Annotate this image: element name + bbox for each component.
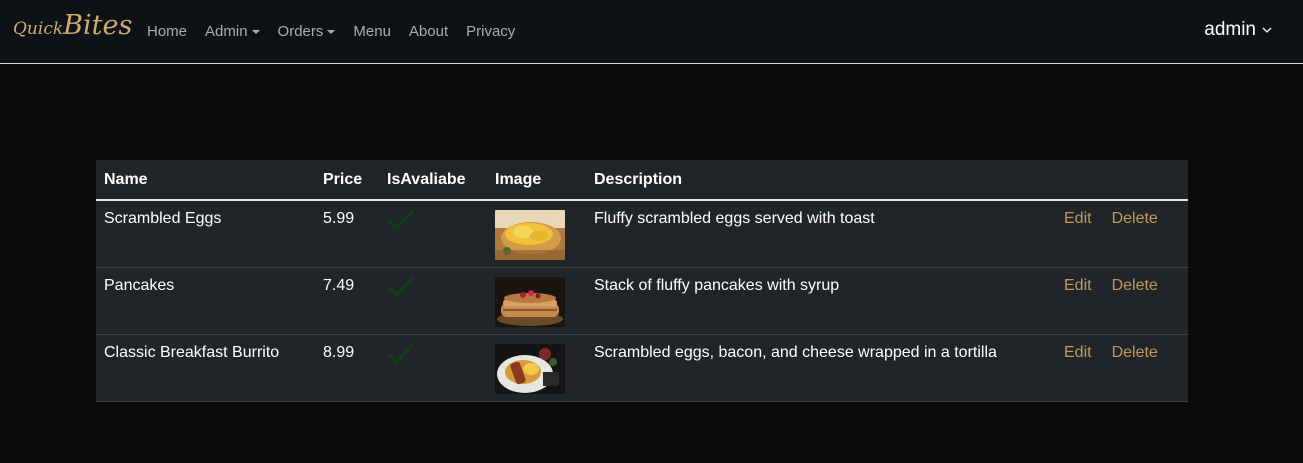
nav-menu[interactable]: Menu (344, 23, 400, 40)
edit-link[interactable]: Edit (1064, 277, 1092, 294)
cell-price: 7.49 (315, 267, 379, 335)
navbar: QuickBites Home Admin Orders Menu About … (0, 0, 1303, 64)
caret-down-icon (327, 30, 336, 34)
delete-link[interactable]: Delete (1112, 210, 1158, 227)
user-menu-label: admin (1204, 19, 1256, 40)
nav-links: Home Admin Orders Menu About Privacy (138, 0, 524, 62)
user-menu-dropdown[interactable]: admin (1204, 19, 1272, 41)
delete-link[interactable]: Delete (1112, 344, 1158, 361)
edit-link[interactable]: Edit (1064, 210, 1092, 227)
check-icon (387, 343, 415, 364)
nav-menu-label: Menu (353, 22, 391, 40)
nav-privacy-label: Privacy (466, 22, 516, 40)
cell-price: 5.99 (315, 200, 379, 268)
chevron-down-icon (1262, 27, 1272, 33)
nav-about[interactable]: About (400, 23, 457, 40)
nav-orders-dropdown[interactable]: Orders (269, 23, 345, 40)
cell-description: Fluffy scrambled eggs served with toast (586, 200, 1056, 268)
breakfast-burrito-image (495, 343, 565, 394)
nav-admin-label: Admin (205, 22, 248, 40)
table-row: Classic Breakfast Burrito 8.99 Scrambled… (96, 334, 1188, 402)
cell-actions: Edit Delete (1056, 334, 1188, 402)
header-image: Image (487, 160, 586, 201)
edit-link[interactable]: Edit (1064, 344, 1092, 361)
cell-description: Scrambled eggs, bacon, and cheese wrappe… (586, 334, 1056, 402)
pancakes-image (495, 276, 565, 327)
cell-available (379, 267, 487, 335)
table-header-row: Name Price IsAvaliabe Image Description (96, 160, 1188, 201)
cell-available (379, 334, 487, 402)
table-row: Scrambled Eggs 5.99 Fluffy scrambled egg… (96, 200, 1188, 268)
header-description: Description (586, 160, 1056, 201)
nav-home[interactable]: Home (138, 23, 196, 40)
cell-actions: Edit Delete (1056, 200, 1188, 268)
check-icon (387, 209, 415, 231)
cell-image (487, 334, 586, 402)
brand-logo[interactable]: QuickBites (13, 10, 132, 41)
nav-about-label: About (408, 22, 449, 40)
cell-image (487, 267, 586, 335)
menu-items-table: Name Price IsAvaliabe Image Description … (96, 160, 1188, 402)
nav-admin-dropdown[interactable]: Admin (196, 23, 269, 40)
brand-logo-part1: Quick (13, 19, 64, 39)
caret-down-icon (251, 30, 260, 34)
header-is-available: IsAvaliabe (379, 160, 487, 201)
nav-home-label: Home (147, 22, 188, 40)
delete-link[interactable]: Delete (1112, 277, 1158, 294)
cell-image (487, 200, 586, 268)
header-actions (1056, 160, 1188, 201)
brand-logo-part2: Bites (63, 10, 133, 41)
header-price: Price (315, 160, 379, 201)
check-icon (387, 276, 415, 297)
header-name: Name (96, 160, 315, 201)
cell-description: Stack of fluffy pancakes with syrup (586, 267, 1056, 335)
cell-name: Scrambled Eggs (96, 200, 315, 268)
cell-name: Pancakes (96, 267, 315, 335)
cell-name: Classic Breakfast Burrito (96, 334, 315, 402)
nav-orders-label: Orders (277, 22, 324, 40)
nav-privacy[interactable]: Privacy (457, 23, 524, 40)
cell-price: 8.99 (315, 334, 379, 402)
scrambled-eggs-image (495, 210, 565, 260)
table-row: Pancakes 7.49 Stack of fluffy pancakes w… (96, 267, 1188, 335)
cell-actions: Edit Delete (1056, 267, 1188, 335)
cell-available (379, 200, 487, 268)
